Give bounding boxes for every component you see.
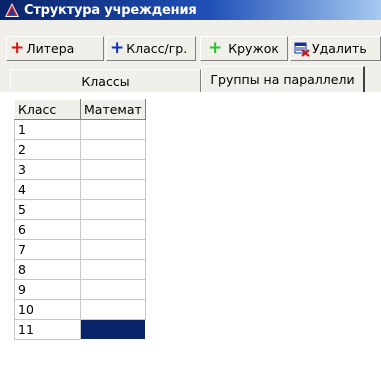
grid-header-row: Класс Математ xyxy=(14,99,146,120)
add-class-group-button[interactable]: + Класс/гр. xyxy=(106,36,196,61)
table-row[interactable]: 4 xyxy=(14,179,146,200)
tab-parallel-groups-label: Группы на параллели xyxy=(210,72,355,87)
table-row[interactable]: 3 xyxy=(14,159,146,180)
column-header-class[interactable]: Класс xyxy=(14,99,81,120)
main-window: Структура учреждения + Литера + Класс/гр… xyxy=(0,0,381,376)
plus-blue-icon: + xyxy=(110,38,125,58)
grid-cell-math[interactable] xyxy=(80,139,146,160)
column-header-math[interactable]: Математ xyxy=(80,99,146,120)
table-row[interactable]: 1 xyxy=(14,119,146,140)
tab-parallel-groups[interactable]: Группы на параллели xyxy=(201,66,365,92)
window-title: Структура учреждения xyxy=(24,2,197,18)
grid-cell-math[interactable] xyxy=(80,259,146,280)
app-triangle-icon[interactable] xyxy=(4,2,20,18)
grid-cell-class[interactable]: 1 xyxy=(14,119,81,140)
add-litera-button[interactable]: + Литера xyxy=(6,36,104,61)
grid-cell-class[interactable]: 8 xyxy=(14,259,81,280)
grid-cell-math[interactable] xyxy=(80,299,146,320)
delete-button[interactable]: Удалить xyxy=(290,36,381,61)
grid-cell-class[interactable]: 2 xyxy=(14,139,81,160)
table-row[interactable]: 11 xyxy=(14,319,146,340)
table-row[interactable]: 7 xyxy=(14,239,146,260)
grid-cell-math[interactable] xyxy=(80,179,146,200)
grid-cell-math[interactable] xyxy=(80,199,146,220)
grid-cell-class[interactable]: 10 xyxy=(14,299,81,320)
delete-icon xyxy=(294,41,310,57)
grid-cell-class[interactable]: 4 xyxy=(14,179,81,200)
add-club-button[interactable]: + Кружок xyxy=(200,36,288,61)
table-row[interactable]: 8 xyxy=(14,259,146,280)
table-row[interactable]: 9 xyxy=(14,279,146,300)
add-litera-label: Литера xyxy=(26,41,75,56)
add-club-label: Кружок xyxy=(228,41,279,56)
grid-cell-class[interactable]: 11 xyxy=(14,319,81,340)
tab-strip: Классы Группы на параллели xyxy=(0,66,381,92)
grid-cell-class[interactable]: 9 xyxy=(14,279,81,300)
plus-red-icon: + xyxy=(10,38,25,58)
grid-cell-math[interactable] xyxy=(80,219,146,240)
grid-cell-class[interactable]: 7 xyxy=(14,239,81,260)
grid-cell-math[interactable] xyxy=(80,159,146,180)
grid-cell-math[interactable] xyxy=(80,279,146,300)
grid-cell-class[interactable]: 3 xyxy=(14,159,81,180)
table-row[interactable]: 6 xyxy=(14,219,146,240)
table-row[interactable]: 10 xyxy=(14,299,146,320)
grid-cell-class[interactable]: 5 xyxy=(14,199,81,220)
grid-cell-math[interactable] xyxy=(80,119,146,140)
tab-classes-label: Классы xyxy=(81,73,130,89)
title-bar[interactable]: Структура учреждения xyxy=(0,0,381,20)
table-row[interactable]: 2 xyxy=(14,139,146,160)
groups-grid: Класс Математ 1 2 3 4 5 6 7 8 9 10 11 xyxy=(14,99,146,340)
tab-classes[interactable]: Классы xyxy=(10,69,201,92)
delete-label: Удалить xyxy=(312,41,367,56)
grid-cell-math-selected[interactable] xyxy=(80,319,146,340)
tab-content: Класс Математ 1 2 3 4 5 6 7 8 9 10 11 xyxy=(0,93,381,376)
add-class-group-label: Класс/гр. xyxy=(126,41,188,56)
grid-cell-class[interactable]: 6 xyxy=(14,219,81,240)
toolbar: + Литера + Класс/гр. + Кружок Удалить xyxy=(0,36,381,61)
table-row[interactable]: 5 xyxy=(14,199,146,220)
plus-green-icon: + xyxy=(208,38,223,58)
grid-cell-math[interactable] xyxy=(80,239,146,260)
